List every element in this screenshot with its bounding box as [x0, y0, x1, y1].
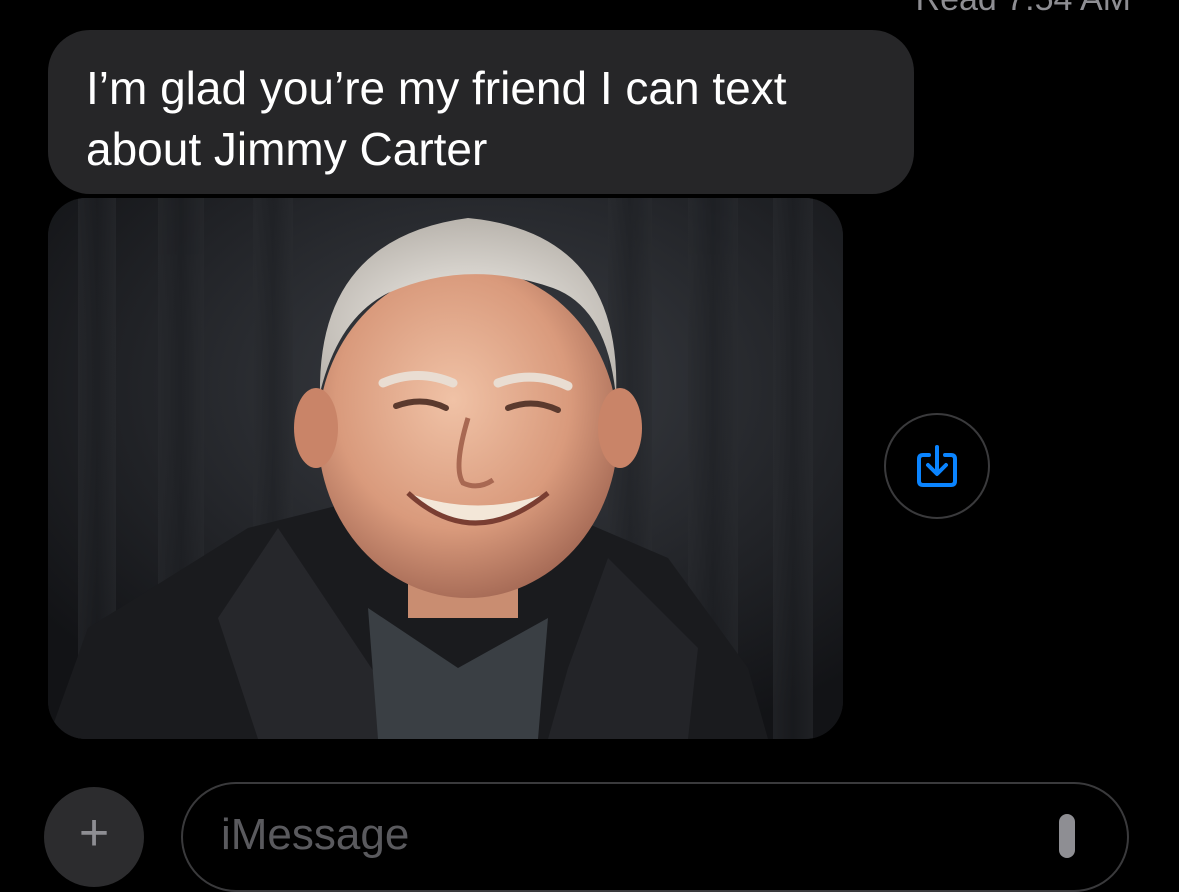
message-input-placeholder: iMessage — [221, 810, 410, 859]
read-receipt: Read 7:54 AM — [916, 0, 1131, 19]
download-tray-icon — [917, 445, 957, 487]
message-input[interactable]: iMessage — [181, 782, 1129, 892]
compose-bar: + iMessage — [0, 770, 1179, 892]
plus-icon: + — [78, 804, 110, 862]
apps-plus-button[interactable]: + — [44, 787, 144, 887]
portrait-photo — [48, 198, 843, 739]
save-to-photos-button[interactable] — [884, 413, 990, 519]
photo-attachment[interactable] — [48, 198, 843, 739]
message-text: I’m glad you’re my friend I can text abo… — [86, 62, 787, 175]
received-message-bubble[interactable]: I’m glad you’re my friend I can text abo… — [48, 30, 914, 194]
microphone-icon[interactable] — [1059, 814, 1075, 858]
